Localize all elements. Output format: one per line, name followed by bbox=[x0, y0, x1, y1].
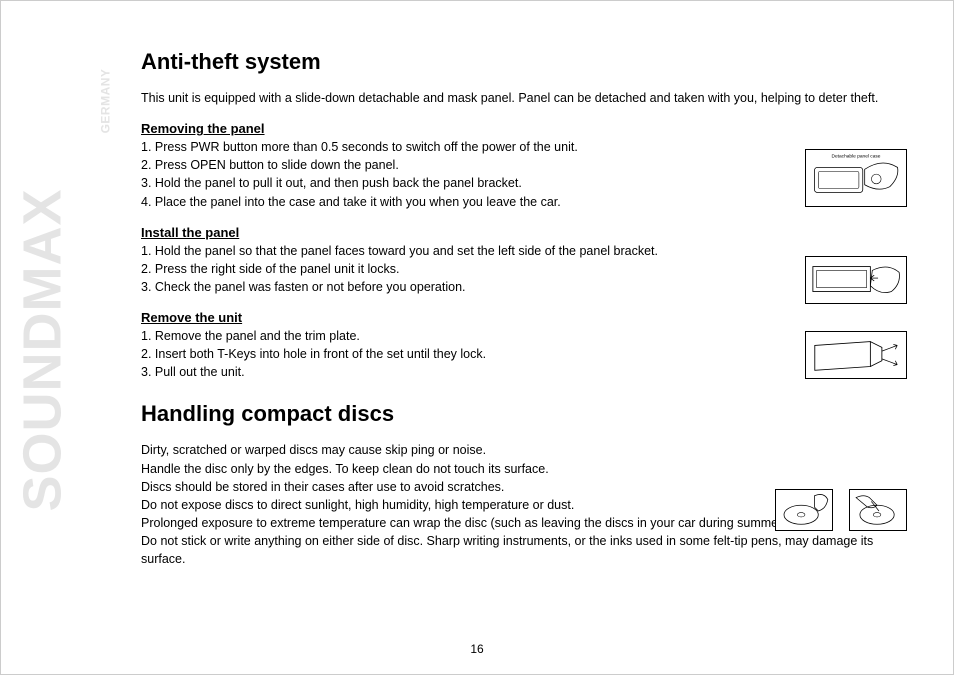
section1-intro: This unit is equipped with a slide-down … bbox=[141, 89, 903, 107]
install-heading: Install the panel bbox=[141, 225, 903, 240]
brand-sidebar: SOUNDMAX GERMANY bbox=[11, 41, 121, 451]
removing-steps: 1. Press PWR button more than 0.5 second… bbox=[141, 138, 903, 211]
page-number: 16 bbox=[1, 642, 953, 656]
illus1-caption: Detachable panel case bbox=[832, 154, 881, 160]
removing-heading: Removing the panel bbox=[141, 121, 903, 136]
brand-name: SOUNDMAX bbox=[12, 188, 74, 511]
illustration-disc-handling-correct bbox=[775, 489, 833, 531]
manual-page: SOUNDMAX GERMANY Anti-theft system This … bbox=[0, 0, 954, 675]
section1-title: Anti-theft system bbox=[141, 49, 903, 75]
illustration-detachable-panel-case: Detachable panel case bbox=[805, 149, 907, 207]
illustration-disc-handling-edge bbox=[849, 489, 907, 531]
section2-title: Handling compact discs bbox=[141, 401, 903, 427]
brand-country: GERMANY bbox=[98, 69, 112, 134]
illustration-remove-unit bbox=[805, 331, 907, 379]
install-steps: 1. Hold the panel so that the panel face… bbox=[141, 242, 903, 296]
illustration-install-panel bbox=[805, 256, 907, 304]
remove-unit-heading: Remove the unit bbox=[141, 310, 903, 325]
remove-unit-steps: 1. Remove the panel and the trim plate. … bbox=[141, 327, 903, 381]
